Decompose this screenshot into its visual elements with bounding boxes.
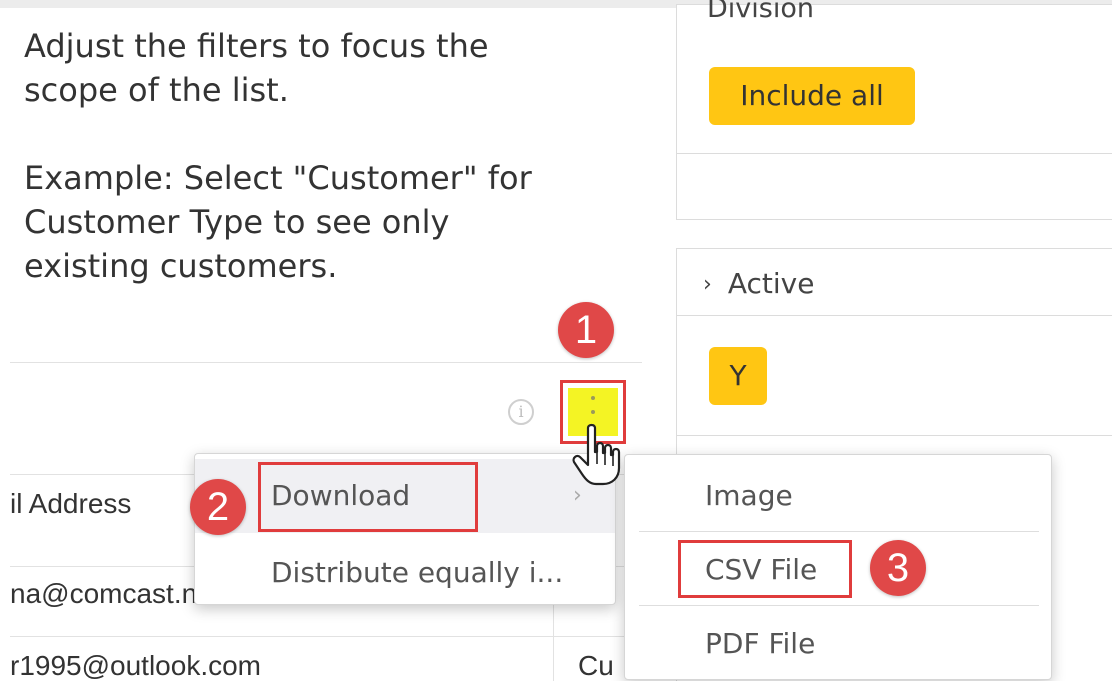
divider: [10, 362, 642, 363]
table-cell-email: r1995@outlook.com: [10, 650, 262, 681]
include-all-tag[interactable]: Include all: [709, 67, 915, 125]
column-header-email[interactable]: il Address: [10, 488, 131, 520]
submenu-item-label: PDF File: [705, 627, 816, 660]
step-3-badge: 3: [870, 540, 926, 596]
download-highlight-box: [258, 462, 478, 532]
menu-item-label: Distribute equally i...: [271, 556, 564, 589]
info-icon[interactable]: i: [508, 399, 534, 425]
step-1-badge: 1: [558, 302, 614, 358]
divider: [677, 315, 1112, 316]
step-2-badge: 2: [190, 479, 246, 535]
row-divider: [10, 636, 642, 637]
submenu-item-label: Image: [705, 479, 793, 512]
hand-cursor-icon: [572, 423, 621, 486]
help-line-1: Adjust the filters to focus the: [24, 27, 489, 65]
menu-item-distribute-equally[interactable]: Distribute equally i...: [195, 536, 615, 610]
divider: [639, 605, 1039, 606]
divider: [677, 435, 1112, 436]
help-line-4: Customer Type to see only: [24, 203, 450, 241]
active-y-tag[interactable]: Y: [709, 347, 767, 405]
divider: [677, 153, 1112, 154]
help-line-2: scope of the list.: [24, 71, 289, 109]
divider: [639, 531, 1039, 532]
csv-highlight-box: [678, 540, 852, 598]
division-filter-title: Division: [707, 0, 814, 24]
active-filter-header[interactable]: › Active: [703, 267, 814, 300]
table-cell-email: na@comcast.net: [10, 578, 221, 609]
chevron-right-icon: ›: [703, 272, 712, 297]
help-text: Adjust the filters to focus the scope of…: [24, 24, 624, 288]
division-filter-card: Division Include all: [676, 0, 1112, 220]
help-line-5: existing customers.: [24, 247, 338, 285]
submenu-item-image[interactable]: Image: [625, 459, 1051, 533]
submenu-item-pdf-file[interactable]: PDF File: [625, 607, 1051, 681]
active-filter-title: Active: [727, 267, 815, 300]
table-cell-type: Cu: [578, 650, 614, 681]
help-line-3: Example: Select "Customer" for: [24, 159, 532, 197]
